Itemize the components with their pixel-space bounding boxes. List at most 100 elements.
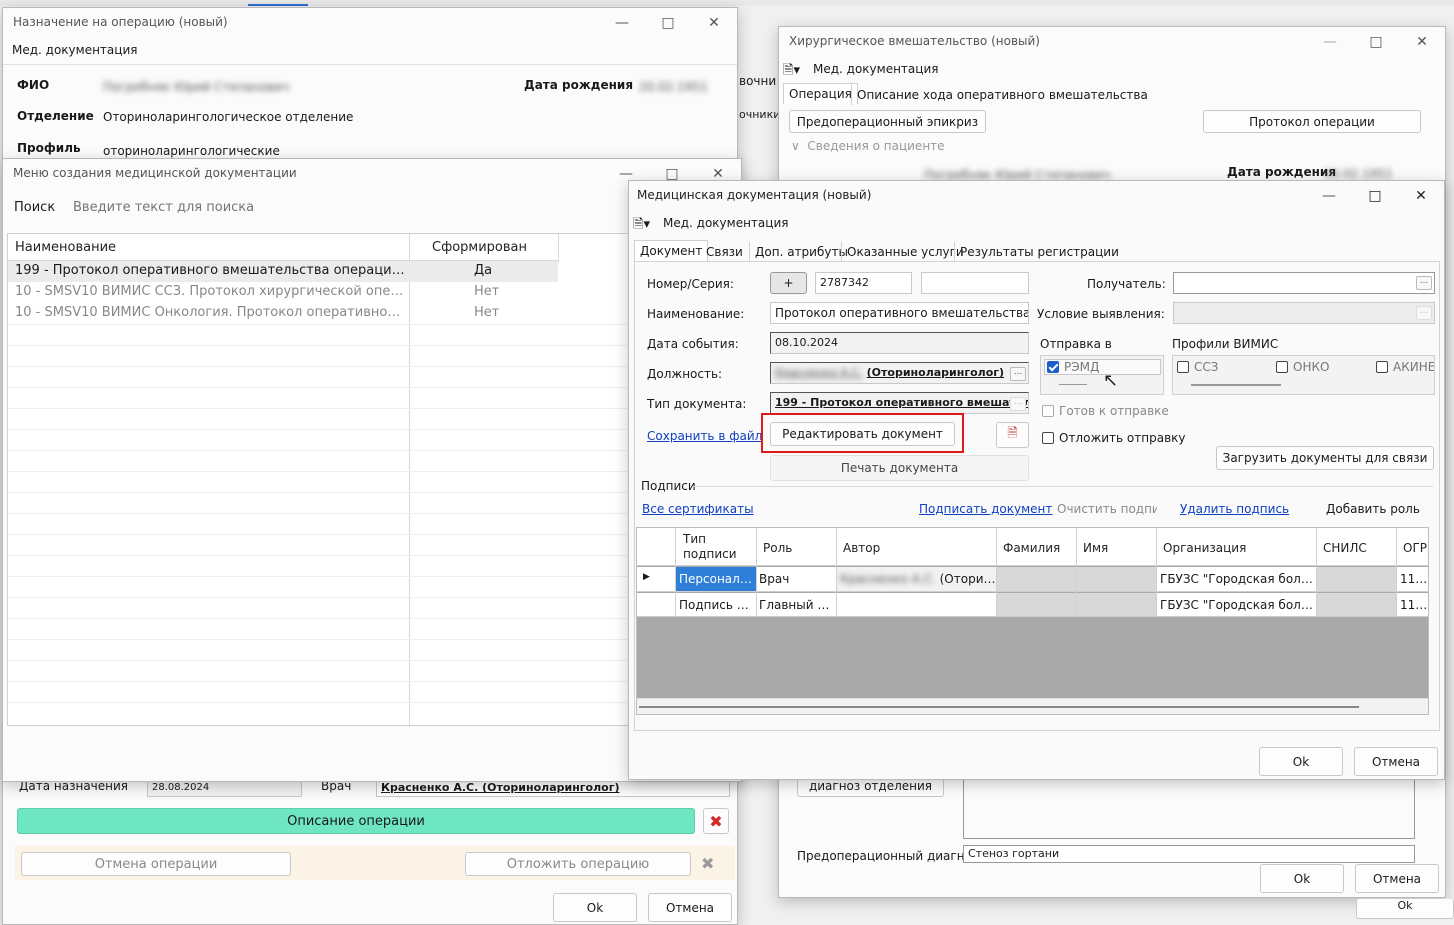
tab-registration-results[interactable]: Результаты регистрации: [954, 241, 1125, 263]
maximize-icon[interactable]: □: [1353, 27, 1399, 57]
print-document-button[interactable]: Печать документа: [770, 455, 1029, 481]
close-icon[interactable]: ✕: [1399, 27, 1445, 57]
maximize-icon[interactable]: □: [645, 8, 691, 38]
menu-med-doc[interactable]: Мед. документация: [813, 62, 938, 76]
doc-menu-icon[interactable]: 🗎▾: [783, 61, 800, 83]
minimize-icon[interactable]: —: [1306, 181, 1352, 211]
maximize-icon[interactable]: □: [1352, 181, 1398, 211]
menu-med-doc[interactable]: Мед. документация: [663, 216, 788, 230]
cell-organization[interactable]: ГБУЗС "Городская больн...: [1160, 598, 1315, 612]
tab-extra-attributes[interactable]: Доп. атрибуты: [749, 241, 854, 263]
tab-services[interactable]: Оказанные услуги: [841, 241, 970, 263]
pdf-icon[interactable]: 🗎: [996, 422, 1029, 448]
preop-diagnosis-field[interactable]: Стеноз гортани: [963, 845, 1415, 863]
col-role[interactable]: Роль: [763, 541, 792, 555]
search-input[interactable]: [73, 197, 633, 217]
preop-epicrisis-button[interactable]: Предоперационный эпикриз: [789, 110, 986, 133]
name-field[interactable]: Протокол оперативного вмешательства опер…: [770, 302, 1029, 324]
cancel-button[interactable]: Отмена: [1355, 864, 1439, 893]
grid-hscrollbar-thumb[interactable]: [639, 706, 1359, 708]
cancel-operation-button[interactable]: Отмена операции: [21, 852, 291, 876]
cell-ogrn[interactable]: 1149: [1400, 598, 1428, 612]
recipient-field[interactable]: [1173, 272, 1435, 294]
ok-button[interactable]: Ok: [1260, 864, 1344, 893]
load-linked-docs-button[interactable]: Загрузить документы для связи: [1216, 446, 1434, 470]
close-icon[interactable]: ✕: [691, 8, 737, 38]
background-ok-partial[interactable]: Ok: [1356, 899, 1454, 919]
postpone-operation-button[interactable]: Отложить операцию: [465, 852, 691, 876]
protocol-button[interactable]: Протокол операции: [1203, 110, 1421, 133]
tab-operation[interactable]: Операция: [783, 83, 858, 104]
cell-author[interactable]: Красненко А.С. (Оторино...: [837, 567, 997, 591]
table-row[interactable]: 10 - SMSV10 ВИМИС Онкология. Протокол оп…: [8, 303, 558, 324]
col-ogrn[interactable]: ОГР: [1403, 541, 1427, 555]
clear-signatures-link[interactable]: Очистить подписи: [1057, 502, 1157, 516]
cell-snils[interactable]: [1317, 593, 1397, 616]
send-to-group: РЭМД ↖: [1040, 355, 1164, 395]
cell-organization[interactable]: ГБУЗС "Городская больн...: [1160, 572, 1315, 586]
fio-value: Погребняк Юрий Степанович: [103, 80, 290, 94]
cell-sign-type[interactable]: Персональ...: [676, 567, 756, 591]
table-row[interactable]: 10 - SMSV10 ВИМИС ССЗ. Протокол хирургич…: [8, 282, 558, 303]
series-field[interactable]: [921, 272, 1029, 294]
postpone-x-icon[interactable]: ✖: [701, 854, 714, 873]
col-organization[interactable]: Организация: [1163, 541, 1246, 555]
col-surname[interactable]: Фамилия: [1003, 541, 1060, 555]
vimis-akine-checkbox[interactable]: АКИНЕ: [1376, 360, 1434, 374]
cancel-button[interactable]: Отмена: [1354, 747, 1438, 776]
cell-sign-type[interactable]: Подпись м...: [679, 598, 756, 612]
doctype-field[interactable]: 199 - Протокол оперативного вмешател: [770, 392, 1029, 414]
minimize-icon[interactable]: —: [1307, 27, 1353, 57]
recipient-picker-icon[interactable]: ...: [1416, 276, 1432, 290]
tab-operation-description[interactable]: Описание хода оперативного вмешательства: [851, 84, 1154, 106]
col-author[interactable]: Автор: [843, 541, 880, 555]
add-role-button[interactable]: Добавить роль: [1326, 502, 1420, 516]
minimize-icon[interactable]: —: [599, 8, 645, 38]
ok-button[interactable]: Ok: [553, 893, 637, 922]
cell-surname[interactable]: [997, 567, 1077, 591]
cell-surname[interactable]: [997, 593, 1077, 616]
operation-description-button[interactable]: Описание операции: [17, 808, 695, 834]
cell-name[interactable]: [1077, 593, 1157, 616]
vimis-ssz-checkbox[interactable]: ССЗ: [1177, 360, 1218, 374]
close-icon[interactable]: ✕: [1398, 181, 1444, 211]
condition-picker-icon[interactable]: ...: [1416, 306, 1432, 320]
tab-document[interactable]: Документ: [634, 240, 709, 261]
cell-ogrn[interactable]: 1149: [1400, 572, 1428, 586]
col-name[interactable]: Имя: [1083, 541, 1108, 555]
vimis-onko-checkbox[interactable]: ОНКО: [1276, 360, 1329, 374]
col-sign-type[interactable]: Тип подписи: [683, 532, 741, 562]
condition-field[interactable]: [1173, 302, 1435, 324]
add-number-button[interactable]: +: [770, 272, 807, 294]
menu-med-doc[interactable]: Мед. документация: [12, 43, 137, 57]
cell-role[interactable]: Главный в...: [759, 598, 834, 612]
all-certificates-link[interactable]: Все сертификаты: [642, 502, 754, 516]
diagnosis-textarea[interactable]: [963, 775, 1415, 839]
number-field[interactable]: 2787342: [815, 272, 912, 294]
ready-to-send-checkbox[interactable]: Готов к отправке: [1042, 404, 1169, 418]
col-status-header[interactable]: Сформирован: [432, 240, 527, 255]
col-snils[interactable]: СНИЛС: [1323, 541, 1367, 555]
col-name-header[interactable]: Наименование: [15, 240, 116, 255]
sign-document-link[interactable]: Подписать документ: [919, 502, 1052, 516]
grid-hscrollbar[interactable]: [637, 698, 1428, 714]
cancel-button[interactable]: Отмена: [648, 893, 732, 922]
position-field[interactable]: Красненко А.С. (Оториноларинголог): [770, 362, 1029, 384]
ok-button[interactable]: Ok: [1259, 747, 1343, 776]
patient-section-toggle[interactable]: ∨ Сведения о пациенте: [791, 139, 945, 153]
delete-operation-button[interactable]: ✖: [703, 808, 729, 834]
vimis-scrollbar[interactable]: [1191, 384, 1281, 386]
doctype-picker-icon[interactable]: ...: [1010, 397, 1026, 411]
edit-document-button[interactable]: Редактировать документ: [770, 422, 955, 446]
event-date-field[interactable]: 08.10.2024: [770, 332, 1029, 354]
table-row[interactable]: 199 - Протокол оперативного вмешательств…: [8, 261, 558, 282]
save-to-file-link[interactable]: Сохранить в файл: [647, 429, 762, 443]
tab-links[interactable]: Связи: [700, 241, 749, 263]
cell-snils[interactable]: [1317, 567, 1397, 591]
cell-name[interactable]: [1077, 567, 1157, 591]
postpone-send-checkbox[interactable]: Отложить отправку: [1042, 431, 1186, 445]
doc-menu-icon[interactable]: 🗎▾: [633, 215, 650, 237]
position-picker-icon[interactable]: ...: [1010, 367, 1026, 381]
cell-role[interactable]: Врач: [759, 572, 834, 586]
delete-signature-link[interactable]: Удалить подпись: [1180, 502, 1289, 516]
